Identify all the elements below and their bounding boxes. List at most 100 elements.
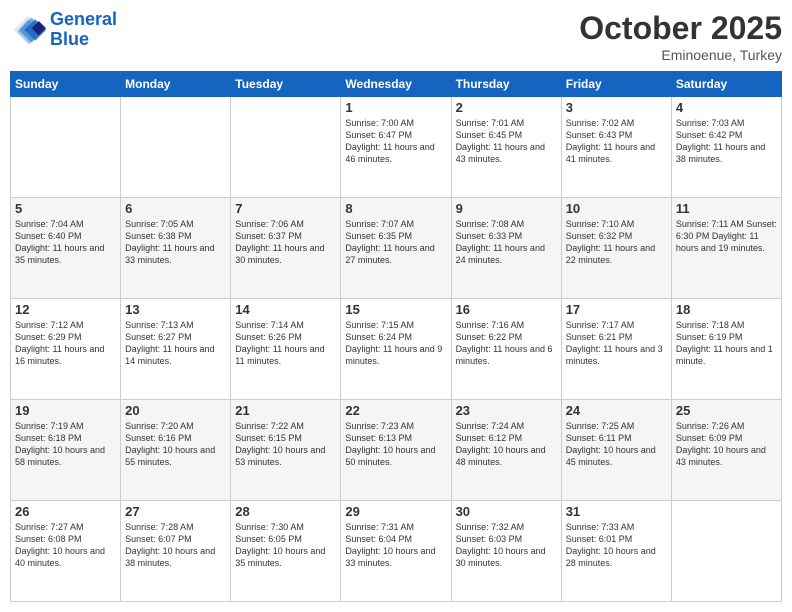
table-row: 3Sunrise: 7:02 AM Sunset: 6:43 PM Daylig… [561, 97, 671, 198]
day-number: 21 [235, 403, 336, 418]
day-info: Sunrise: 7:07 AM Sunset: 6:35 PM Dayligh… [345, 218, 446, 267]
day-number: 26 [15, 504, 116, 519]
table-row: 7Sunrise: 7:06 AM Sunset: 6:37 PM Daylig… [231, 198, 341, 299]
day-number: 24 [566, 403, 667, 418]
table-row: 15 Sunrise: 7:15 AM Sunset: 6:24 PM Dayli… [341, 299, 451, 400]
header-monday: Monday [121, 72, 231, 97]
title-block: October 2025 Eminoenue, Turkey [579, 10, 782, 63]
month-title: October 2025 [579, 10, 782, 47]
calendar-week-row: 19 Sunrise: 7:19 AM Sunset: 6:18 PM Dayli… [11, 400, 782, 501]
day-info: Sunrise: 7:01 AM Sunset: 6:45 PM Dayligh… [456, 117, 557, 166]
table-row: 14Sunrise: 7:14 AM Sunset: 6:26 PM Dayli… [231, 299, 341, 400]
calendar-week-row: 12 Sunrise: 7:12 AM Sunset: 6:29 PM Dayli… [11, 299, 782, 400]
day-info: Sunrise: 7:22 AM Sunset: 6:15 PM Dayligh… [235, 420, 336, 469]
day-info: Sunrise: 7:18 AM Sunset: 6:19 PM Dayligh… [676, 319, 777, 368]
day-info: Sunrise: 7:23 AM Sunset: 6:13 PM Dayligh… [345, 420, 446, 469]
header-wednesday: Wednesday [341, 72, 451, 97]
day-info: Sunrise: 7:03 AM Sunset: 6:42 PM Dayligh… [676, 117, 777, 166]
day-number: 11 [676, 201, 777, 216]
table-row [231, 97, 341, 198]
day-number: 27 [125, 504, 226, 519]
day-info: Sunrise: 7:11 AM Sunset: 6:30 PM Dayligh… [676, 218, 777, 254]
day-info: Sunrise: 7:15 AM Sunset: 6:24 PM Dayligh… [345, 319, 446, 368]
day-number: 1 [345, 100, 446, 115]
table-row: 24 Sunrise: 7:25 AM Sunset: 6:11 PM Dayli… [561, 400, 671, 501]
day-number: 10 [566, 201, 667, 216]
table-row: 18Sunrise: 7:18 AM Sunset: 6:19 PM Dayli… [671, 299, 781, 400]
header-saturday: Saturday [671, 72, 781, 97]
logo-line1: General [50, 9, 117, 29]
day-info: Sunrise: 7:00 AM Sunset: 6:47 PM Dayligh… [345, 117, 446, 166]
table-row [671, 501, 781, 602]
day-number: 4 [676, 100, 777, 115]
table-row: 9Sunrise: 7:08 AM Sunset: 6:33 PM Daylig… [451, 198, 561, 299]
day-info: Sunrise: 7:02 AM Sunset: 6:43 PM Dayligh… [566, 117, 667, 166]
day-number: 7 [235, 201, 336, 216]
day-info: Sunrise: 7:14 AM Sunset: 6:26 PM Dayligh… [235, 319, 336, 368]
day-number: 30 [456, 504, 557, 519]
day-number: 13 [125, 302, 226, 317]
day-number: 22 [345, 403, 446, 418]
table-row: 1 Sunrise: 7:00 AM Sunset: 6:47 PM Daylig… [341, 97, 451, 198]
day-number: 16 [456, 302, 557, 317]
calendar-week-row: 26 Sunrise: 7:27 AM Sunset: 6:08 PM Dayli… [11, 501, 782, 602]
day-info: Sunrise: 7:32 AM Sunset: 6:03 PM Dayligh… [456, 521, 557, 570]
day-info: Sunrise: 7:25 AM Sunset: 6:11 PM Dayligh… [566, 420, 667, 469]
calendar-week-row: 5Sunrise: 7:04 AM Sunset: 6:40 PM Daylig… [11, 198, 782, 299]
day-info: Sunrise: 7:30 AM Sunset: 6:05 PM Dayligh… [235, 521, 336, 570]
table-row: 21 Sunrise: 7:22 AM Sunset: 6:15 PM Dayli… [231, 400, 341, 501]
table-row: 28 Sunrise: 7:30 AM Sunset: 6:05 PM Dayli… [231, 501, 341, 602]
day-number: 19 [15, 403, 116, 418]
logo-text: General Blue [50, 10, 117, 50]
day-number: 8 [345, 201, 446, 216]
day-info: Sunrise: 7:08 AM Sunset: 6:33 PM Dayligh… [456, 218, 557, 267]
page: General Blue October 2025 Eminoenue, Tur… [0, 0, 792, 612]
day-info: Sunrise: 7:26 AM Sunset: 6:09 PM Dayligh… [676, 420, 777, 469]
subtitle: Eminoenue, Turkey [579, 47, 782, 63]
table-row: 30 Sunrise: 7:32 AM Sunset: 6:03 PM Dayli… [451, 501, 561, 602]
day-number: 15 [345, 302, 446, 317]
table-row: 29Sunrise: 7:31 AM Sunset: 6:04 PM Dayli… [341, 501, 451, 602]
header-thursday: Thursday [451, 72, 561, 97]
day-info: Sunrise: 7:27 AM Sunset: 6:08 PM Dayligh… [15, 521, 116, 570]
day-number: 5 [15, 201, 116, 216]
table-row: 10 Sunrise: 7:10 AM Sunset: 6:32 PM Dayli… [561, 198, 671, 299]
table-row: 31 Sunrise: 7:33 AM Sunset: 6:01 PM Dayli… [561, 501, 671, 602]
table-row: 5Sunrise: 7:04 AM Sunset: 6:40 PM Daylig… [11, 198, 121, 299]
day-info: Sunrise: 7:13 AM Sunset: 6:27 PM Dayligh… [125, 319, 226, 368]
day-info: Sunrise: 7:33 AM Sunset: 6:01 PM Dayligh… [566, 521, 667, 570]
table-row: 6 Sunrise: 7:05 AM Sunset: 6:38 PM Daylig… [121, 198, 231, 299]
day-info: Sunrise: 7:05 AM Sunset: 6:38 PM Dayligh… [125, 218, 226, 267]
header: General Blue October 2025 Eminoenue, Tur… [10, 10, 782, 63]
calendar-header-row: Sunday Monday Tuesday Wednesday Thursday… [11, 72, 782, 97]
day-number: 23 [456, 403, 557, 418]
day-info: Sunrise: 7:19 AM Sunset: 6:18 PM Dayligh… [15, 420, 116, 469]
day-number: 2 [456, 100, 557, 115]
day-number: 12 [15, 302, 116, 317]
day-info: Sunrise: 7:17 AM Sunset: 6:21 PM Dayligh… [566, 319, 667, 368]
table-row: 2 Sunrise: 7:01 AM Sunset: 6:45 PM Daylig… [451, 97, 561, 198]
logo-icon [10, 12, 46, 48]
table-row: 26 Sunrise: 7:27 AM Sunset: 6:08 PM Dayli… [11, 501, 121, 602]
table-row: 25Sunrise: 7:26 AM Sunset: 6:09 PM Dayli… [671, 400, 781, 501]
day-number: 31 [566, 504, 667, 519]
day-number: 6 [125, 201, 226, 216]
table-row [11, 97, 121, 198]
table-row: 16Sunrise: 7:16 AM Sunset: 6:22 PM Dayli… [451, 299, 561, 400]
logo-line2: Blue [50, 29, 89, 49]
table-row: 23 Sunrise: 7:24 AM Sunset: 6:12 PM Dayli… [451, 400, 561, 501]
table-row: 27Sunrise: 7:28 AM Sunset: 6:07 PM Dayli… [121, 501, 231, 602]
day-info: Sunrise: 7:10 AM Sunset: 6:32 PM Dayligh… [566, 218, 667, 267]
table-row: 11 Sunrise: 7:11 AM Sunset: 6:30 PM Dayli… [671, 198, 781, 299]
table-row: 22 Sunrise: 7:23 AM Sunset: 6:13 PM Dayli… [341, 400, 451, 501]
table-row: 8 Sunrise: 7:07 AM Sunset: 6:35 PM Daylig… [341, 198, 451, 299]
day-number: 20 [125, 403, 226, 418]
day-info: Sunrise: 7:24 AM Sunset: 6:12 PM Dayligh… [456, 420, 557, 469]
header-friday: Friday [561, 72, 671, 97]
day-number: 29 [345, 504, 446, 519]
calendar-table: Sunday Monday Tuesday Wednesday Thursday… [10, 71, 782, 602]
day-number: 28 [235, 504, 336, 519]
table-row: 17Sunrise: 7:17 AM Sunset: 6:21 PM Dayli… [561, 299, 671, 400]
day-info: Sunrise: 7:12 AM Sunset: 6:29 PM Dayligh… [15, 319, 116, 368]
table-row: 19 Sunrise: 7:19 AM Sunset: 6:18 PM Dayli… [11, 400, 121, 501]
